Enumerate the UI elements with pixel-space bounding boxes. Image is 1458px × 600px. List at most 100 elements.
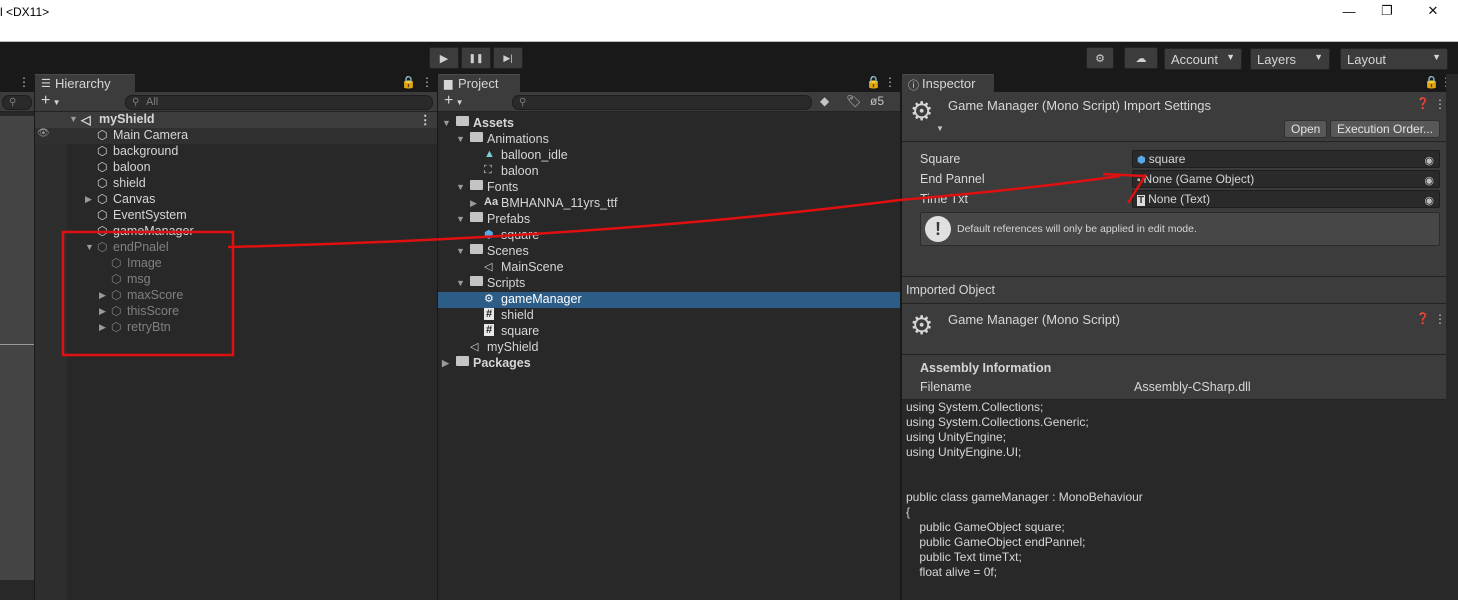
hierarchy-item[interactable]: ⬡ shield <box>35 176 437 192</box>
play-button[interactable]: ▶ <box>429 47 459 69</box>
help-icon[interactable]: ❓ <box>1416 97 1430 110</box>
layout-dropdown[interactable]: Layout ▼ <box>1340 48 1448 70</box>
expand-icon[interactable]: ▼ <box>456 182 465 192</box>
gameobject-cube-icon: ⬡ <box>111 288 122 302</box>
expand-icon[interactable]: ▼ <box>69 114 78 124</box>
hierarchy-item[interactable]: 👁 ⬡ Main Camera <box>35 128 437 144</box>
scene-row[interactable]: ▼ ◁ myShield ⋮ <box>35 112 437 128</box>
hierarchy-item[interactable]: ⬡ Image <box>35 256 437 272</box>
tab-hierarchy[interactable]: ☰ Hierarchy <box>35 74 135 93</box>
tab-inspector[interactable]: ⓘ Inspector <box>902 74 994 93</box>
object-field-value: square <box>1148 152 1186 166</box>
project-item[interactable]: ▼ Fonts <box>438 180 900 196</box>
filter-by-label-icon[interactable]: 🏷 <box>846 94 861 108</box>
chevron-down-icon: ▼ <box>1432 52 1441 62</box>
project-item[interactable]: ▼ Assets <box>438 116 900 132</box>
visibility-icon[interactable]: 👁 <box>37 128 50 139</box>
hierarchy-item[interactable]: ▼ ⬡ endPnalel <box>35 240 437 256</box>
expand-icon[interactable]: ▶ <box>470 198 477 209</box>
project-item-label: Packages <box>473 356 531 370</box>
more-options-icon[interactable]: ⋮ <box>419 112 432 127</box>
project-item[interactable]: ⬢ square <box>438 228 900 244</box>
gameobject-cube-icon: ⬡ <box>97 176 108 190</box>
hidden-packages-icon[interactable]: ø5 <box>870 94 884 108</box>
hierarchy-item[interactable]: ⬡ gameManager <box>35 224 437 240</box>
gameobject-cube-icon: ⬡ <box>97 192 108 206</box>
project-item[interactable]: ▼ Scenes <box>438 244 900 260</box>
tab-project-label: Project <box>458 76 499 91</box>
help-icon[interactable]: ❓ <box>1416 312 1430 325</box>
hierarchy-item-label: EventSystem <box>113 208 187 222</box>
project-item[interactable]: ◁ myShield <box>438 340 900 356</box>
project-item[interactable]: ▶ Aa BMHANNA_11yrs_ttf <box>438 196 900 212</box>
expand-icon[interactable]: ▼ <box>442 118 451 128</box>
project-item[interactable]: # shield <box>438 308 900 324</box>
expand-icon[interactable]: ▼ <box>456 246 465 256</box>
lock-icon[interactable]: 🔒 <box>401 75 416 89</box>
expand-icon[interactable]: ▶ <box>99 290 106 301</box>
project-item[interactable]: ⚙ gameManager <box>438 292 900 308</box>
object-field[interactable]: ▪ None (Game Object) ◉ <box>1132 170 1440 188</box>
expand-icon[interactable]: ▼ <box>456 278 465 288</box>
layers-dropdown[interactable]: Layers ▼ <box>1250 48 1330 70</box>
project-item[interactable]: ▲ balloon_idle <box>438 148 900 164</box>
cloud-icon[interactable]: ☁ <box>1124 47 1158 69</box>
object-field[interactable]: ⬢ square ◉ <box>1132 150 1440 168</box>
add-button[interactable]: + ▼ <box>444 92 463 110</box>
pause-button[interactable]: ❚❚ <box>461 47 491 69</box>
text-component-icon: T <box>1137 195 1146 206</box>
project-item[interactable]: # square <box>438 324 900 340</box>
expand-icon[interactable]: ▶ <box>99 306 106 317</box>
expand-icon[interactable]: ▼ <box>456 214 465 224</box>
chevron-down-icon[interactable]: ▼ <box>936 124 944 133</box>
hierarchy-item[interactable]: ▶ ⬡ Canvas <box>35 192 437 208</box>
lock-icon[interactable]: 🔒 <box>1424 75 1439 89</box>
imported-object-label: Imported Object <box>906 283 995 297</box>
more-options-icon[interactable]: ⋮ <box>421 75 433 89</box>
maximize-button[interactable]: ❐ <box>1364 0 1410 22</box>
scene-view[interactable] <box>0 116 34 600</box>
hierarchy-item[interactable]: ▶ ⬡ maxScore <box>35 288 437 304</box>
project-item[interactable]: ▼ Scripts <box>438 276 900 292</box>
step-button[interactable]: ▶| <box>493 47 523 69</box>
hierarchy-item[interactable]: ▶ ⬡ retryBtn <box>35 320 437 336</box>
project-item[interactable]: ⛶ baloon <box>438 164 900 180</box>
add-button[interactable]: + ▼ <box>41 92 60 110</box>
assembly-heading: Assembly Information <box>920 361 1052 375</box>
expand-icon[interactable]: ▼ <box>456 134 465 144</box>
object-picker-icon[interactable]: ◉ <box>1424 193 1434 209</box>
object-picker-icon[interactable]: ◉ <box>1424 153 1434 169</box>
expand-icon[interactable]: ▶ <box>99 322 106 333</box>
execution-order-button[interactable]: Execution Order... <box>1330 120 1441 138</box>
object-picker-icon[interactable]: ◉ <box>1424 173 1434 189</box>
project-item[interactable]: ▶ Packages <box>438 356 900 372</box>
more-options-icon[interactable]: ⋮ <box>1434 312 1446 326</box>
filter-by-type-icon[interactable]: ◆ <box>820 94 829 108</box>
account-dropdown[interactable]: Account ▼ <box>1164 48 1242 70</box>
expand-icon[interactable]: ▶ <box>442 358 449 369</box>
close-button[interactable]: ✕ <box>1410 0 1456 22</box>
scene-search-input[interactable]: ⚲ <box>2 95 32 110</box>
hierarchy-item[interactable]: ▶ ⬡ thisScore <box>35 304 437 320</box>
hierarchy-search-input[interactable]: ⚲ All <box>125 95 433 110</box>
expand-icon[interactable]: ▶ <box>85 194 92 205</box>
tab-project[interactable]: ▆ Project <box>438 74 520 93</box>
expand-icon[interactable]: ▼ <box>85 242 94 252</box>
more-options-icon[interactable]: ⋮ <box>18 75 30 89</box>
hierarchy-item[interactable]: ⬡ EventSystem <box>35 208 437 224</box>
inspector-scrollbar[interactable] <box>1446 74 1458 600</box>
hierarchy-item[interactable]: ⬡ baloon <box>35 160 437 176</box>
project-item[interactable]: ▼ Prefabs <box>438 212 900 228</box>
more-options-icon[interactable]: ⋮ <box>1434 97 1446 111</box>
more-options-icon[interactable]: ⋮ <box>884 75 896 89</box>
project-item[interactable]: ▼ Animations <box>438 132 900 148</box>
hierarchy-item[interactable]: ⬡ msg <box>35 272 437 288</box>
project-search-input[interactable]: ⚲ <box>512 95 812 110</box>
project-item[interactable]: ◁ MainScene <box>438 260 900 276</box>
open-button[interactable]: Open <box>1284 120 1328 138</box>
services-icon[interactable]: ⚙ <box>1086 47 1114 69</box>
hierarchy-item[interactable]: ⬡ background <box>35 144 437 160</box>
play-controls: ▶ ❚❚ ▶| <box>429 47 523 69</box>
object-field[interactable]: T None (Text) ◉ <box>1132 190 1440 208</box>
lock-icon[interactable]: 🔒 <box>866 75 881 89</box>
